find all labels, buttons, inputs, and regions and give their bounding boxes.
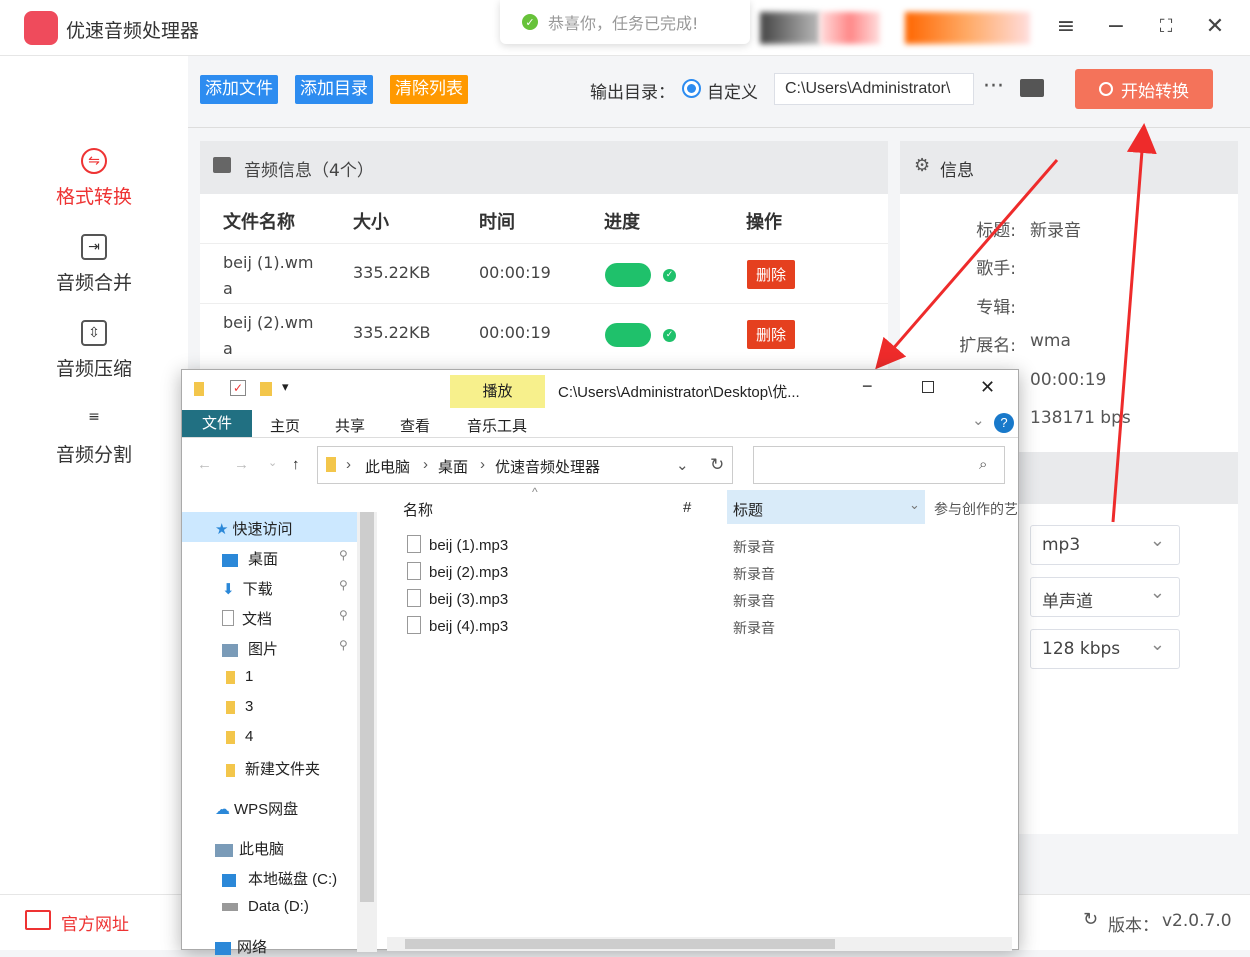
quick-access-dropdown[interactable]: ▾ (282, 379, 289, 395)
address-dropdown-icon[interactable]: ⌄ (676, 456, 689, 474)
column-title[interactable]: 标题 (733, 499, 763, 520)
folder-icon (226, 670, 235, 684)
nav-data-d[interactable]: Data (D:) (222, 898, 309, 915)
back-icon[interactable]: ← (197, 456, 212, 473)
folder-icon (226, 763, 235, 777)
file-title: 新录音 (733, 539, 775, 555)
column-number[interactable]: # (683, 499, 691, 516)
nav-documents[interactable]: 文档 (222, 608, 272, 629)
audio-file-icon (407, 562, 421, 581)
breadcrumb-desktop[interactable]: 桌面 (438, 456, 468, 477)
computer-icon (215, 843, 233, 857)
list-item[interactable]: beij (3).mp3 (407, 589, 508, 609)
up-icon[interactable]: ↑ (292, 456, 300, 473)
tab-share[interactable]: 共享 (335, 415, 365, 436)
list-item[interactable]: beij (2).mp3 (407, 562, 508, 582)
help-icon[interactable]: ? (994, 413, 1014, 433)
column-filter-icon[interactable]: ⌄ (909, 497, 920, 513)
window-title: C:\Users\Administrator\Desktop\优... (558, 384, 800, 401)
file-title: 新录音 (733, 620, 775, 636)
nav-quick-access[interactable]: ★ 快速访问 (215, 518, 292, 539)
list-item[interactable]: beij (4).mp3 (407, 616, 508, 636)
scrollbar-thumb[interactable] (360, 512, 374, 902)
picture-icon (222, 643, 238, 657)
file-explorer-window: ✓ ▾ 播放 C:\Users\Administrator\Desktop\优.… (181, 369, 1019, 956)
nav-wps-drive[interactable]: ☁ WPS网盘 (215, 798, 298, 819)
folder-icon (226, 730, 235, 744)
audio-file-icon (407, 535, 421, 554)
network-icon (215, 941, 231, 955)
properties-icon[interactable]: ✓ (230, 380, 246, 396)
new-folder-icon[interactable] (260, 382, 272, 396)
scrollbar-thumb[interactable] (405, 939, 835, 949)
breadcrumb-app-folder[interactable]: 优速音频处理器 (495, 456, 600, 477)
column-name[interactable]: 名称 (403, 499, 433, 520)
windows-drive-icon (222, 873, 236, 887)
pin-icon[interactable]: ⚲ (339, 638, 348, 652)
download-icon: ⬇ (222, 581, 235, 598)
audio-file-icon (407, 589, 421, 608)
refresh-icon[interactable]: ↻ (710, 455, 724, 475)
folder-icon (194, 382, 204, 396)
list-item[interactable]: beij (1).mp3 (407, 535, 508, 555)
sort-icon: ^ (532, 485, 538, 499)
recent-dropdown-icon[interactable]: ⌄ (268, 456, 277, 469)
nav-downloads[interactable]: ⬇ 下载 (222, 578, 273, 599)
nav-folder-1[interactable]: 1 (226, 668, 253, 685)
tab-file[interactable]: 文件 (182, 410, 252, 437)
nav-pictures[interactable]: 图片 (222, 638, 278, 659)
nav-network[interactable]: 网络 (215, 936, 267, 957)
file-title: 新录音 (733, 566, 775, 582)
breadcrumb-this-pc[interactable]: 此电脑 (365, 456, 410, 477)
drive-icon (222, 903, 238, 912)
search-icon: ⌕ (979, 456, 988, 473)
star-icon: ★ (215, 521, 229, 538)
tab-view[interactable]: 查看 (400, 415, 430, 436)
column-contributor[interactable]: 参与创作的艺 (934, 499, 1018, 519)
pin-icon[interactable]: ⚲ (339, 608, 348, 622)
ribbon-divider (182, 437, 1018, 438)
tab-play[interactable]: 播放 (450, 375, 545, 408)
nav-desktop[interactable]: 桌面 (222, 548, 278, 569)
folder-icon (226, 700, 235, 714)
document-icon (222, 610, 234, 627)
horizontal-scrollbar[interactable] (387, 937, 1012, 951)
audio-file-icon (407, 616, 421, 635)
folder-icon (326, 457, 336, 472)
tab-music-tools[interactable]: 音乐工具 (467, 415, 527, 436)
minimize-icon[interactable]: − (862, 376, 873, 397)
cloud-icon: ☁ (215, 801, 230, 818)
desktop-icon (222, 553, 238, 567)
address-bar[interactable]: › 此电脑 › 桌面 › 优速音频处理器 ⌄ ↻ (317, 446, 733, 484)
nav-this-pc[interactable]: 此电脑 (215, 838, 284, 859)
pin-icon[interactable]: ⚲ (339, 548, 348, 562)
expand-ribbon-icon[interactable]: ⌄ (972, 411, 985, 429)
nav-folder-3[interactable]: 3 (226, 698, 253, 715)
pin-icon[interactable]: ⚲ (339, 578, 348, 592)
file-title: 新录音 (733, 593, 775, 609)
maximize-icon[interactable] (922, 381, 934, 393)
nav-folder-4[interactable]: 4 (226, 728, 253, 745)
nav-scrollbar[interactable] (357, 512, 377, 952)
nav-new-folder[interactable]: 新建文件夹 (226, 758, 320, 779)
forward-icon[interactable]: → (234, 456, 249, 473)
tab-home[interactable]: 主页 (270, 415, 300, 436)
close-icon[interactable]: ✕ (980, 377, 995, 398)
nav-local-disk-c[interactable]: 本地磁盘 (C:) (222, 868, 337, 889)
search-input[interactable]: ⌕ (753, 446, 1005, 484)
